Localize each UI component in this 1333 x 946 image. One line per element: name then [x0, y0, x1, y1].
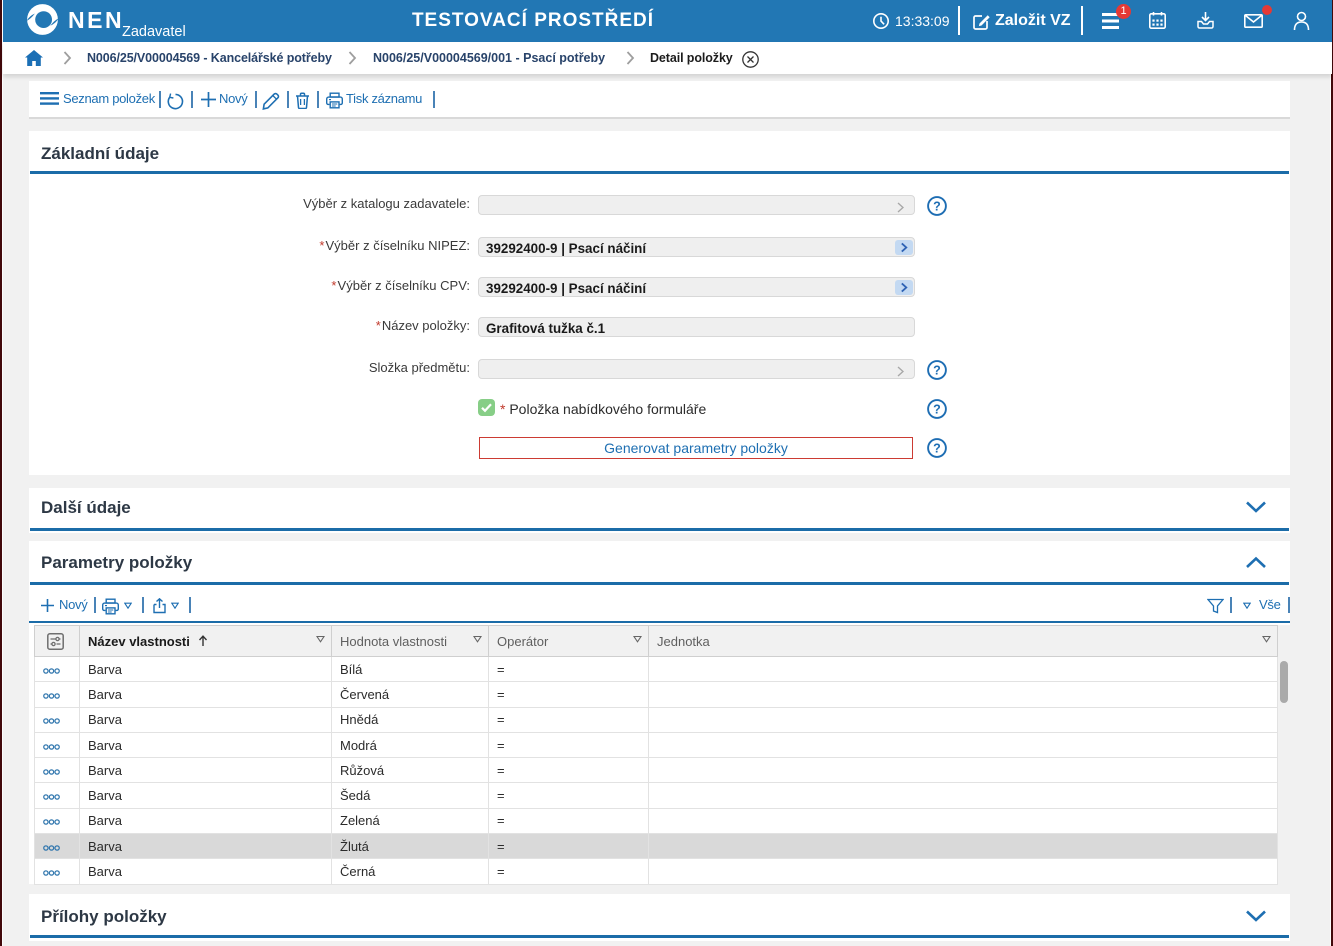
svg-text:?: ?: [933, 403, 941, 417]
svg-text:?: ?: [933, 442, 941, 456]
svg-text:?: ?: [933, 200, 941, 214]
svg-text:?: ?: [933, 364, 941, 378]
